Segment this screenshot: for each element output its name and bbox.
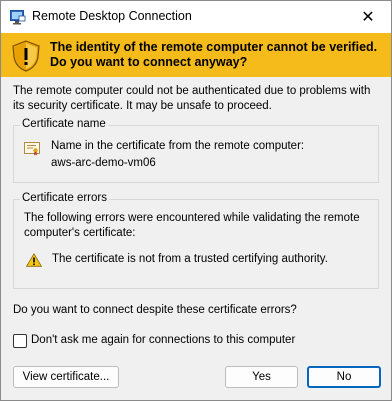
certificate-name-description: Name in the certificate from the remote … [51,140,305,152]
dialog-body: The remote computer could not be authent… [1,77,391,400]
no-button[interactable]: No [307,366,381,388]
shield-warning-icon [11,40,41,72]
banner-text: The identity of the remote computer cann… [50,40,378,69]
certificate-error-item: The certificate is not from a trusted ce… [52,253,328,265]
remote-desktop-icon [10,9,26,25]
close-icon: ✕ [361,9,375,26]
yes-button[interactable]: Yes [225,366,298,388]
certificate-name-label: Certificate name [20,118,108,130]
confirm-question: Do you want to connect despite these cer… [13,304,297,316]
rdc-dialog: Remote Desktop Connection ✕ The identity… [0,0,392,401]
certificate-errors-description: The following errors were encountered wh… [24,212,360,239]
certificate-hostname: aws-arc-demo-vm06 [51,157,156,169]
dont-ask-checkbox[interactable] [13,334,27,348]
certificate-errors-label: Certificate errors [20,192,109,204]
warning-icon [25,253,43,267]
view-certificate-button[interactable]: View certificate... [13,366,119,388]
dont-ask-label[interactable]: Don't ask me again for connections to th… [31,333,295,348]
certificate-errors-group: Certificate errors The following errors … [13,192,379,289]
close-button[interactable]: ✕ [345,1,391,33]
window-title: Remote Desktop Connection [32,9,192,23]
certificate-icon [24,142,40,156]
title-bar: Remote Desktop Connection ✕ [1,1,391,33]
certificate-name-group: Certificate name Name in the certificate… [13,118,379,183]
warning-banner: The identity of the remote computer cann… [1,33,391,77]
intro-text: The remote computer could not be authent… [13,85,371,112]
